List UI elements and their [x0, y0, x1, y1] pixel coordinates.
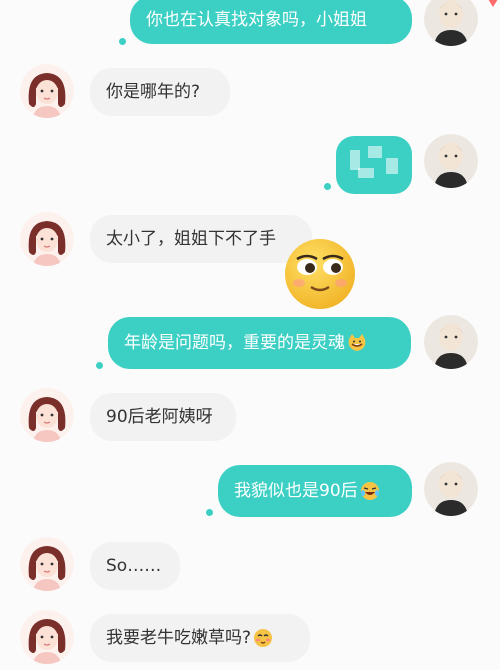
self-avatar[interactable] — [424, 315, 478, 369]
message-tail-dot — [96, 362, 103, 369]
cat-grin-emoji-icon — [347, 333, 367, 353]
outgoing-message-bubble[interactable]: 年龄是问题吗，重要的是灵魂 — [108, 317, 411, 369]
contact-avatar[interactable] — [20, 610, 74, 664]
incoming-message-bubble[interactable]: 你是哪年的? — [90, 68, 230, 116]
message-text: 年龄是问题吗，重要的是灵魂 — [124, 332, 345, 353]
message-text: 你也在认真找对象吗，小姐姐 — [146, 9, 367, 30]
contact-avatar[interactable] — [20, 537, 74, 591]
laughing-tears-emoji-icon — [360, 481, 380, 501]
message-tail-dot — [324, 183, 331, 190]
message-tail-dot — [206, 509, 213, 516]
contact-avatar[interactable] — [20, 64, 74, 118]
self-avatar[interactable] — [424, 0, 478, 46]
heart-icon — [486, 0, 500, 7]
message-text: 你是哪年的? — [106, 81, 201, 102]
incoming-message-bubble[interactable]: 太小了，姐姐下不了手 — [90, 215, 312, 263]
self-avatar[interactable] — [424, 462, 478, 516]
incoming-message-bubble[interactable]: 90后老阿姨呀 — [90, 393, 236, 441]
message-text: So…… — [106, 555, 162, 576]
outgoing-message-bubble[interactable]: 我貌似也是90后 — [218, 465, 412, 517]
blushing-face-emoji-icon — [253, 628, 273, 648]
incoming-message-bubble[interactable]: 我要老牛吃嫩草吗? — [90, 614, 310, 662]
contact-avatar[interactable] — [20, 212, 74, 266]
incoming-message-bubble[interactable]: So…… — [90, 542, 180, 590]
message-text: 90后老阿姨呀 — [106, 406, 213, 427]
message-text: 我貌似也是90后 — [234, 480, 358, 501]
blurred-message-bubble[interactable] — [336, 136, 412, 194]
message-tail-dot — [119, 38, 126, 45]
outgoing-message-bubble[interactable]: 你也在认真找对象吗，小姐姐 — [130, 0, 412, 44]
chat-thread: 你也在认真找对象吗，小姐姐 你是哪年的? 太小了，姐姐下不了手 年龄是问题吗，重… — [0, 0, 500, 670]
message-text: 我要老牛吃嫩草吗? — [106, 627, 252, 648]
message-text: 太小了，姐姐下不了手 — [106, 228, 276, 249]
dizzy-eyes-sticker-icon[interactable] — [283, 237, 357, 311]
self-avatar[interactable] — [424, 134, 478, 188]
contact-avatar[interactable] — [20, 388, 74, 442]
